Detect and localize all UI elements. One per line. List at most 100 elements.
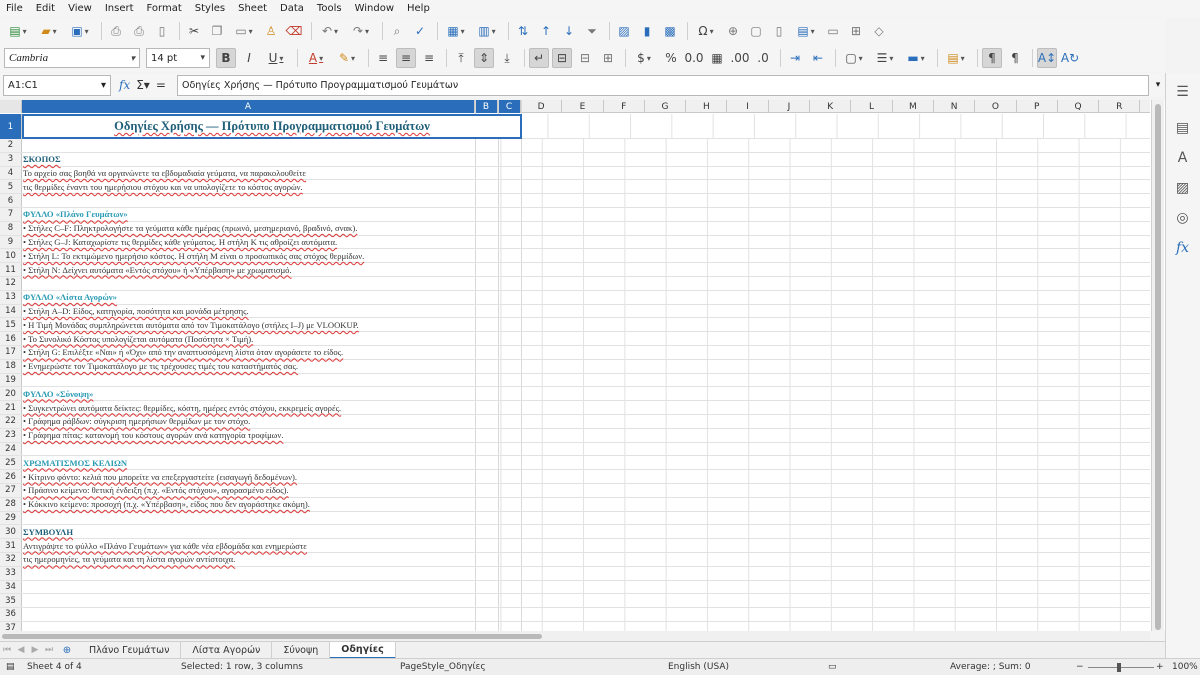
copy-icon[interactable]: ❐ bbox=[207, 21, 227, 41]
empty-cells[interactable] bbox=[475, 235, 1150, 249]
column-header[interactable]: A bbox=[22, 100, 475, 113]
row-header[interactable]: 31 bbox=[0, 539, 22, 552]
right-to-left-icon[interactable]: ¶ bbox=[1005, 48, 1025, 68]
row-header[interactable]: 11 bbox=[0, 263, 22, 276]
zoom-slider-knob[interactable] bbox=[1117, 663, 1121, 672]
cell[interactable] bbox=[22, 622, 475, 631]
number-format-icon[interactable]: 0.0 bbox=[684, 48, 704, 68]
empty-cells[interactable] bbox=[475, 621, 1150, 631]
cell[interactable]: • Στήλη G: Επιλέξτε «Ναι» ή «Όχι» από τη… bbox=[22, 346, 475, 359]
find-replace-icon[interactable]: ⌕ bbox=[387, 21, 407, 41]
print-preview-icon[interactable]: ▯ bbox=[152, 21, 172, 41]
cell[interactable]: • Γράφημα ράβδων: σύγκριση ημερήσιων θερ… bbox=[22, 415, 475, 428]
statistics[interactable]: Average: ; Sum: 0 bbox=[950, 662, 1031, 672]
row-header[interactable]: 2 bbox=[0, 139, 22, 152]
cell[interactable]: τις ημερομηνίες, τα γεύματα και τη λίστα… bbox=[22, 553, 475, 566]
empty-cells[interactable] bbox=[475, 276, 1150, 290]
section-heading-cell[interactable]: ΦΥΛΛΟ «Λίστα Αγορών» bbox=[22, 291, 475, 304]
center-vertically-icon[interactable]: ⇕ bbox=[474, 48, 494, 68]
insert-chart-icon[interactable]: ▮ bbox=[637, 21, 657, 41]
cell[interactable] bbox=[22, 567, 475, 580]
row-header[interactable]: 14 bbox=[0, 304, 22, 318]
font-size-box[interactable]: 14 pt ▾ bbox=[146, 48, 210, 68]
section-heading-cell[interactable]: ΣΚΟΠΟΣ bbox=[22, 153, 475, 166]
menu-item[interactable]: Edit bbox=[36, 3, 55, 14]
cell[interactable]: • Στήλες C–F: Πληκτρολογήστε τα γεύματα … bbox=[22, 222, 475, 235]
add-sheet-icon[interactable]: ⊕ bbox=[56, 645, 78, 656]
empty-cells[interactable] bbox=[475, 428, 1150, 442]
empty-cells[interactable] bbox=[475, 442, 1150, 456]
row-header[interactable]: 22 bbox=[0, 414, 22, 428]
row-header[interactable]: 32 bbox=[0, 552, 22, 566]
empty-cells[interactable] bbox=[475, 263, 1150, 276]
split-window-icon[interactable]: ⊞ bbox=[846, 21, 866, 41]
empty-cells[interactable] bbox=[475, 566, 1150, 580]
column-header[interactable]: J bbox=[769, 100, 811, 113]
empty-cells[interactable] bbox=[475, 180, 1150, 194]
decrease-indent-icon[interactable]: ⇤ bbox=[808, 48, 828, 68]
select-all-corner[interactable] bbox=[0, 100, 22, 113]
empty-cells[interactable] bbox=[475, 221, 1150, 235]
cell[interactable]: • Στήλη A–D: Είδος, κατηγορία, ποσότητα … bbox=[22, 305, 475, 318]
align-center-icon[interactable]: ≡ bbox=[396, 48, 416, 68]
clone-formatting-icon[interactable]: ♙ bbox=[261, 21, 281, 41]
column-header[interactable]: B bbox=[475, 100, 498, 113]
cell[interactable]: Αντιγράψτε το φύλλο «Πλάνο Γευμάτων» για… bbox=[22, 539, 475, 552]
navigator-icon[interactable]: ◎ bbox=[1172, 207, 1194, 229]
row-header[interactable]: 27 bbox=[0, 483, 22, 497]
sum-icon[interactable]: Σ▾ bbox=[136, 78, 150, 92]
row-header[interactable]: 17 bbox=[0, 345, 22, 359]
print-icon[interactable]: ⎙ bbox=[129, 21, 149, 41]
empty-cells[interactable] bbox=[475, 539, 1150, 552]
align-bottom-icon[interactable]: ⤓ bbox=[497, 48, 517, 68]
expand-formula-bar-icon[interactable]: ▾ bbox=[1151, 80, 1165, 90]
properties-icon[interactable]: ▤ bbox=[1172, 117, 1194, 139]
cell[interactable]: Το αρχείο σας βοηθά να οργανώνετε τα εβδ… bbox=[22, 167, 475, 180]
column-header[interactable]: D bbox=[521, 100, 563, 113]
open-folder-icon[interactable]: ▰ bbox=[35, 21, 63, 41]
chevron-down-icon[interactable]: ▾ bbox=[130, 53, 135, 64]
row-header[interactable]: 9 bbox=[0, 235, 22, 249]
empty-cells[interactable] bbox=[475, 207, 1150, 221]
cell[interactable]: • Το Συνολικό Κόστος υπολογίζεται αυτόμα… bbox=[22, 332, 475, 345]
row-header[interactable]: 28 bbox=[0, 497, 22, 511]
horizontal-scroll-thumb[interactable] bbox=[2, 634, 542, 639]
vertical-scrollbar[interactable] bbox=[1151, 100, 1164, 631]
page-style[interactable]: PageStyle_Οδηγίες bbox=[400, 662, 486, 672]
row-header[interactable]: 10 bbox=[0, 249, 22, 263]
empty-cells[interactable] bbox=[475, 594, 1150, 608]
text-orientation-vertical-icon[interactable]: A↕ bbox=[1037, 48, 1057, 68]
menu-item[interactable]: Styles bbox=[195, 3, 225, 14]
insert-image-icon[interactable]: ▨ bbox=[614, 21, 634, 41]
show-draw-functions-icon[interactable]: ◇ bbox=[869, 21, 889, 41]
row-header[interactable]: 13 bbox=[0, 290, 22, 304]
row-header[interactable]: 23 bbox=[0, 428, 22, 442]
empty-cells[interactable] bbox=[475, 552, 1150, 566]
section-heading-cell[interactable]: ΦΥΛΛΟ «Πλάνο Γευμάτων» bbox=[22, 208, 475, 221]
sort-icon[interactable]: ⇅ bbox=[513, 21, 533, 41]
autofilter-icon[interactable]: ⏷ bbox=[582, 21, 602, 41]
delete-decimal-icon[interactable]: .0 bbox=[753, 48, 773, 68]
zoom-out-icon[interactable]: − bbox=[1076, 662, 1084, 672]
menu-item[interactable]: Sheet bbox=[238, 3, 267, 14]
align-right-icon[interactable]: ≡ bbox=[419, 48, 439, 68]
unmerge-cells-icon[interactable]: ⊞ bbox=[598, 48, 618, 68]
empty-cells[interactable] bbox=[475, 387, 1150, 401]
row-header[interactable]: 8 bbox=[0, 221, 22, 235]
new-document-icon[interactable]: ▤ bbox=[4, 21, 32, 41]
column-header[interactable]: C bbox=[498, 100, 521, 113]
row-header[interactable]: 30 bbox=[0, 525, 22, 539]
bold-icon[interactable]: B bbox=[216, 48, 236, 68]
sheet-tab[interactable]: Σύνοψη bbox=[272, 641, 331, 659]
cell[interactable]: • Η Τιμή Μονάδας συμπληρώνεται αυτόματα … bbox=[22, 318, 475, 331]
row-header[interactable]: 33 bbox=[0, 566, 22, 580]
row-header[interactable]: 15 bbox=[0, 318, 22, 332]
undo-icon[interactable]: ↶ bbox=[316, 21, 344, 41]
cell[interactable] bbox=[22, 374, 475, 387]
menu-item[interactable]: Format bbox=[147, 3, 182, 14]
redo-icon[interactable]: ↷ bbox=[347, 21, 375, 41]
font-name-box[interactable]: Cambria ▾ bbox=[4, 48, 140, 68]
sheet-tab[interactable]: Πλάνο Γευμάτων bbox=[78, 641, 182, 659]
cell[interactable]: • Στήλη L: Το εκτιμώμενο ημερήσιο κόστος… bbox=[22, 249, 475, 262]
column-header[interactable]: M bbox=[893, 100, 934, 113]
